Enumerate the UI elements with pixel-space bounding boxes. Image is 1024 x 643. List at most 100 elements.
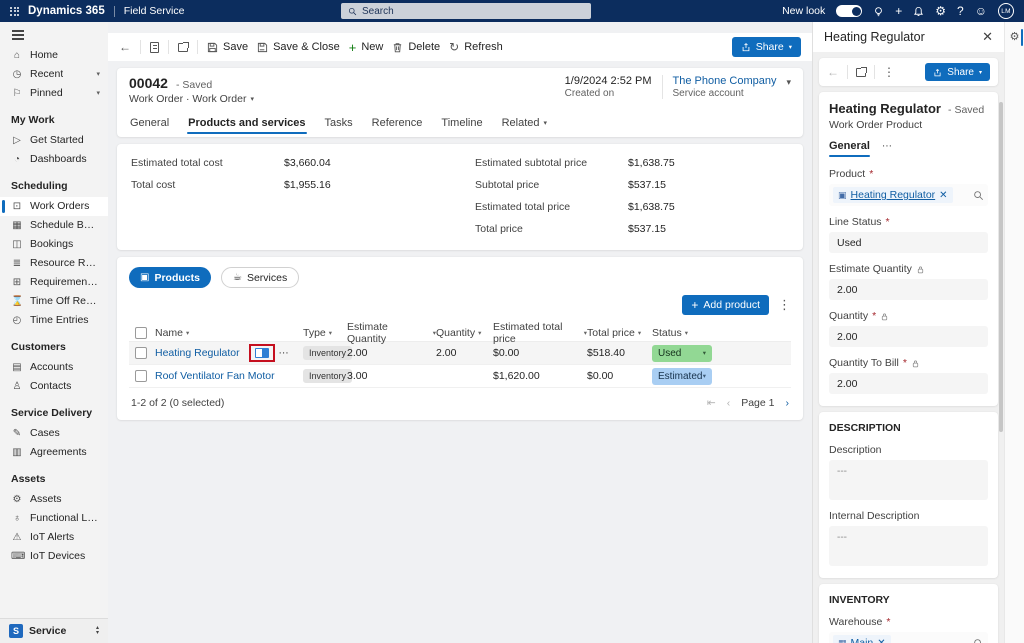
warehouse-chip[interactable]: ▦ Main ✕ <box>833 635 891 643</box>
back-arrow-icon[interactable]: ← <box>119 41 131 53</box>
popout-icon[interactable] <box>178 43 188 52</box>
description-textarea[interactable]: --- <box>829 460 988 500</box>
status-dropdown[interactable]: Estimated ▾ <box>652 368 712 385</box>
status-dropdown[interactable]: Used ▾ <box>652 345 712 362</box>
refresh-button[interactable]: ↻ Refresh <box>449 41 503 53</box>
product-name-link[interactable]: Heating Regulator <box>155 347 240 359</box>
sidebar-item-dashboards[interactable]: ◔ Dashboards <box>0 150 108 169</box>
sidebar-item-recent[interactable]: ◷ Recent ▾ <box>0 65 108 84</box>
sidebar-item-get-started[interactable]: ▷ Get Started <box>0 131 108 150</box>
sidebar-item-resource-requirements[interactable]: ≣ Resource Requireme... <box>0 254 108 273</box>
quantity-to-bill-input[interactable]: 2.00 <box>829 373 988 394</box>
save-and-close-button[interactable]: Save & Close <box>257 41 340 53</box>
bell-icon[interactable] <box>913 6 924 17</box>
tab-reference[interactable]: Reference <box>371 114 424 137</box>
chevron-down-icon[interactable]: ▾ <box>250 95 254 103</box>
sidebar-item-accounts[interactable]: ▤ Accounts <box>0 358 108 377</box>
row-checkbox[interactable] <box>135 370 147 382</box>
product-chip[interactable]: ▣ Heating Regulator ✕ <box>833 187 953 203</box>
tab-timeline[interactable]: Timeline <box>440 114 483 137</box>
service-account-link[interactable]: The Phone Company <box>673 75 777 87</box>
close-icon[interactable]: ✕ <box>982 29 993 45</box>
settings-gear-icon[interactable]: ⚙ <box>935 5 946 17</box>
remove-chip-icon[interactable]: ✕ <box>939 190 947 201</box>
collapse-header-chevron-icon[interactable]: ▾ <box>786 77 791 88</box>
warehouse-chip-link[interactable]: Main <box>851 637 874 643</box>
services-toggle-pill[interactable]: ☕ Services <box>221 267 299 288</box>
save-button[interactable]: Save <box>207 41 248 53</box>
show-record-set-icon[interactable] <box>150 42 159 53</box>
more-commands-icon[interactable]: ⋮ <box>883 66 895 78</box>
sidebar-item-time-entries[interactable]: ◴ Time Entries <box>0 311 108 330</box>
column-header-estimated-total-price[interactable]: Estimated total price▾ <box>493 321 587 345</box>
chevron-down-icon[interactable]: ▾ <box>96 89 100 97</box>
sidebar-item-home[interactable]: ⌂ Home <box>0 46 108 65</box>
delete-button[interactable]: Delete <box>392 41 440 53</box>
new-look-toggle[interactable] <box>836 5 862 17</box>
hamburger-menu-icon[interactable] <box>12 30 24 32</box>
row-more-options-icon[interactable]: ⋯ <box>279 348 289 359</box>
area-switcher-chevrons-icon[interactable]: ▴▾ <box>96 626 99 637</box>
back-arrow-icon[interactable]: ← <box>827 66 839 78</box>
products-toggle-pill[interactable]: ▣ Products <box>129 267 211 288</box>
product-chip-link[interactable]: Heating Regulator <box>851 189 936 201</box>
product-lookup-field[interactable]: ▣ Heating Regulator ✕ <box>829 184 988 206</box>
line-status-input[interactable]: Used <box>829 232 988 253</box>
side-pane-settings-icon[interactable]: ⚙ <box>1008 30 1021 43</box>
first-page-icon[interactable]: ⇤ <box>707 397 716 409</box>
sidebar-item-requirement-groups[interactable]: ⊞ Requirement Groups <box>0 273 108 292</box>
table-row[interactable]: Heating Regulator ⋯ Inventory 2.00 2.00 … <box>129 342 791 365</box>
new-button[interactable]: + New <box>349 41 384 54</box>
internal-description-textarea[interactable]: --- <box>829 526 988 566</box>
tab-related[interactable]: Related▾ <box>501 114 548 137</box>
sidebar-item-time-off-requests[interactable]: ⌛ Time Off Requests <box>0 292 108 311</box>
column-header-total-price[interactable]: Total price▾ <box>587 327 652 339</box>
estimate-quantity-input[interactable]: 2.00 <box>829 279 988 300</box>
previous-page-icon[interactable]: ‹ <box>727 397 731 409</box>
sidebar-item-work-orders[interactable]: ⊡ Work Orders <box>0 197 108 216</box>
share-button[interactable]: Share ▾ <box>732 37 801 57</box>
global-search-box[interactable]: Search <box>341 3 591 19</box>
select-all-checkbox[interactable] <box>135 327 147 339</box>
app-launcher-icon[interactable] <box>10 7 19 16</box>
grid-more-commands-icon[interactable]: ⋮ <box>778 297 791 313</box>
sidebar-item-schedule-board[interactable]: ▦ Schedule Board <box>0 216 108 235</box>
sidebar-item-bookings[interactable]: ◫ Bookings <box>0 235 108 254</box>
column-header-quantity[interactable]: Quantity▾ <box>436 327 493 339</box>
plus-icon[interactable]: + <box>895 5 902 17</box>
user-avatar[interactable]: LM <box>998 3 1014 19</box>
column-header-name[interactable]: Name▾ <box>155 327 303 339</box>
tab-general[interactable]: General <box>129 114 170 137</box>
panel-tab-general[interactable]: General <box>829 140 870 158</box>
share-button[interactable]: Share ▾ <box>925 63 990 81</box>
warehouse-lookup-field[interactable]: ▦ Main ✕ <box>829 632 988 643</box>
sidebar-item-iot-devices[interactable]: ⌨ IoT Devices <box>0 547 108 566</box>
panel-scrollbar[interactable] <box>999 102 1003 432</box>
sidebar-item-functional-locations[interactable]: ♁ Functional Locations <box>0 509 108 528</box>
feedback-smiley-icon[interactable]: ☺ <box>975 5 987 17</box>
tab-tasks[interactable]: Tasks <box>324 114 354 137</box>
row-checkbox[interactable] <box>135 347 147 359</box>
next-page-icon[interactable]: › <box>786 397 790 409</box>
lookup-search-icon[interactable] <box>973 190 984 201</box>
help-icon[interactable]: ? <box>957 5 964 17</box>
sidebar-item-cases[interactable]: ✎ Cases <box>0 424 108 443</box>
sidebar-item-iot-alerts[interactable]: ⚠ IoT Alerts <box>0 528 108 547</box>
sidebar-item-assets[interactable]: ⚙ Assets <box>0 490 108 509</box>
lookup-search-icon[interactable] <box>973 638 984 643</box>
panel-tab-overflow-icon[interactable]: ⋯ <box>882 141 892 157</box>
lightbulb-icon[interactable] <box>873 6 884 17</box>
sidebar-item-contacts[interactable]: ♙ Contacts <box>0 377 108 396</box>
popout-icon[interactable] <box>856 68 866 77</box>
add-product-button[interactable]: + Add product <box>682 295 769 315</box>
tab-products-and-services[interactable]: Products and services <box>187 114 306 137</box>
product-name-link[interactable]: Roof Ventilator Fan Motor <box>155 370 275 382</box>
open-in-side-pane-icon[interactable] <box>255 348 269 358</box>
quantity-input[interactable]: 2.00 <box>829 326 988 347</box>
sidebar-item-pinned[interactable]: ⚐ Pinned ▾ <box>0 84 108 103</box>
remove-chip-icon[interactable]: ✕ <box>877 638 885 643</box>
area-switcher[interactable]: S Service ▴▾ <box>0 618 108 643</box>
app-area-name[interactable]: Field Service <box>124 5 185 17</box>
column-header-estimate-quantity[interactable]: Estimate Quantity▾ <box>347 321 436 345</box>
chevron-down-icon[interactable]: ▾ <box>96 70 100 78</box>
